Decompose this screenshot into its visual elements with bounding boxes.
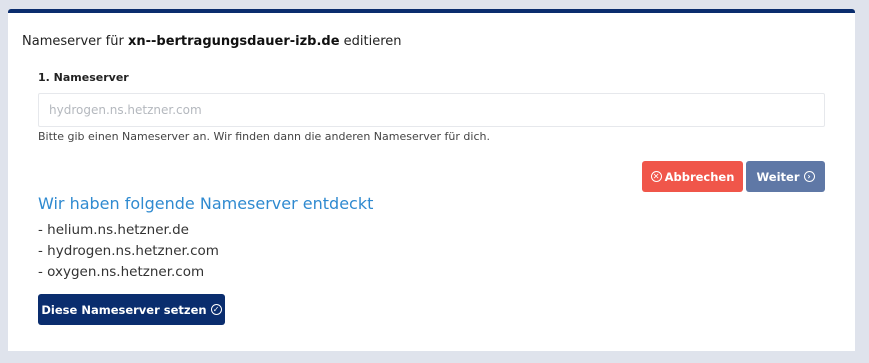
discovered-nameserver-list: - helium.ns.hetzner.de - hydrogen.ns.het… (38, 220, 219, 283)
next-button-label: Weiter (756, 169, 800, 184)
nameserver-input[interactable] (38, 93, 825, 127)
discovered-nameservers-heading: Wir haben folgende Nameserver entdeckt (38, 194, 374, 213)
chevron-right-circle-icon: › (803, 171, 815, 182)
page-title: Nameserver für xn--bertragungsdauer-izb.… (22, 34, 402, 49)
check-circle-icon: ✓ (210, 304, 222, 315)
next-button[interactable]: Weiter › (746, 161, 825, 192)
set-nameservers-button-label: Diese Nameserver setzen (41, 302, 207, 317)
title-suffix: editieren (343, 34, 402, 49)
cancel-button-label: Abbrechen (664, 169, 735, 184)
nameserver-edit-card: Nameserver für xn--bertragungsdauer-izb.… (8, 9, 855, 351)
domain-name: xn--bertragungsdauer-izb.de (127, 34, 340, 49)
set-nameservers-button[interactable]: Diese Nameserver setzen ✓ (38, 294, 225, 325)
list-item: - helium.ns.hetzner.de (38, 222, 189, 238)
title-prefix: Nameserver für (22, 34, 124, 49)
nameserver-help-text: Bitte gib einen Nameserver an. Wir finde… (38, 130, 490, 143)
x-circle-icon: ✕ (650, 171, 662, 182)
list-item: - oxygen.ns.hetzner.com (38, 264, 205, 280)
list-item: - hydrogen.ns.hetzner.com (38, 243, 219, 259)
cancel-button[interactable]: ✕ Abbrechen (642, 161, 743, 192)
nameserver-field-label: 1. Nameserver (38, 71, 129, 84)
